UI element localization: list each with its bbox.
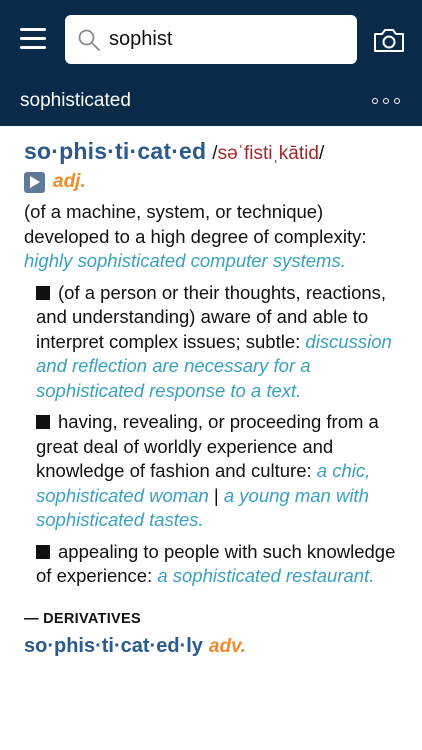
- derivative-pos: adv.: [208, 635, 246, 657]
- main-definition: (of a machine, system, or technique) dev…: [24, 201, 367, 247]
- menu-icon[interactable]: [20, 28, 46, 52]
- pos-line: adj.: [24, 171, 404, 193]
- sense-2: having, revealing, or proceeding from a …: [24, 410, 404, 533]
- entry-content: so·phis·ti·cat·ed /səˈfistiˌkātid/ adj. …: [0, 126, 422, 750]
- derivatives-heading: — DERIVATIVES: [24, 610, 141, 627]
- search-input[interactable]: [109, 28, 339, 51]
- sense-bullet: [36, 544, 50, 559]
- sense-bullet: [36, 415, 50, 429]
- pronunciation-ipa: səˈfistiˌkātid: [217, 143, 319, 164]
- sense-bullet: [36, 285, 50, 300]
- pronunciation-suffix: /: [318, 143, 325, 164]
- search-box[interactable]: [65, 15, 357, 64]
- derivative-word[interactable]: so·phis·ti·cat·ed·ly: [24, 635, 203, 658]
- top-bar: sophisticated: [0, 0, 422, 126]
- example-separator: |: [213, 484, 219, 506]
- entry-subheader: sophisticated: [0, 76, 422, 126]
- part-of-speech: adj.: [53, 171, 86, 192]
- camera-icon[interactable]: [373, 26, 405, 54]
- headword-line: so·phis·ti·cat·ed /səˈfistiˌkātid/: [24, 138, 404, 165]
- derivative-line: so·phis·ti·cat·ed·ly adv.: [24, 635, 404, 658]
- search-icon: [78, 29, 100, 51]
- entry-title: sophisticated: [20, 90, 131, 111]
- sense-example: a sophisticated restaurant.: [157, 565, 375, 586]
- main-definition-block: (of a machine, system, or technique) dev…: [24, 200, 404, 274]
- sense-3: appealing to people with such knowledge …: [24, 540, 404, 589]
- pronunciation: /səˈfistiˌkātid/: [212, 143, 324, 165]
- headword: so·phis·ti·cat·ed: [24, 138, 207, 164]
- sense-1: (of a person or their thoughts, reaction…: [24, 281, 404, 404]
- more-icon[interactable]: [372, 98, 400, 104]
- play-icon[interactable]: [24, 171, 45, 193]
- main-example: highly sophisticated computer systems.: [24, 250, 346, 271]
